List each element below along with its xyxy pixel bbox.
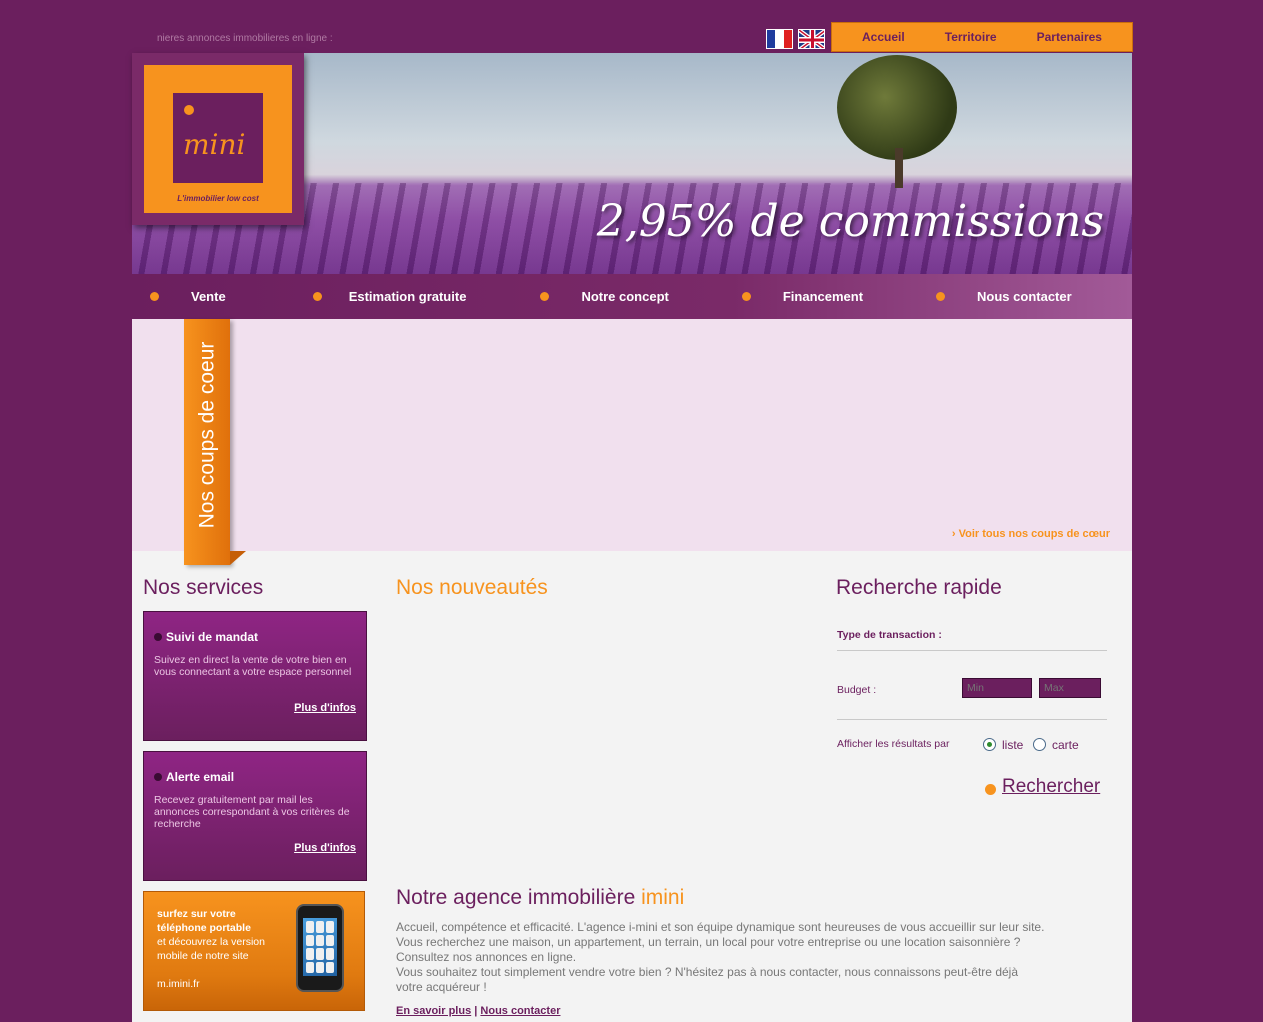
tree-trunk <box>895 148 903 188</box>
nav-label: Estimation gratuite <box>348 289 467 304</box>
page-container: 2,95% de commissions mini L'immobilier l… <box>132 53 1132 1022</box>
budget-min-input[interactable] <box>962 678 1032 698</box>
agency-line: Vous souhaitez tout simplement vendre vo… <box>396 965 1019 979</box>
service-desc: Recevez gratuitement par mail les annonc… <box>154 794 350 830</box>
mobile-site-banner[interactable]: surfez sur votre téléphone portable et d… <box>143 891 365 1011</box>
radio-list[interactable] <box>983 738 996 751</box>
more-info-link[interactable]: Plus d'infos <box>294 702 356 714</box>
top-nav: Accueil Territoire Partenaires <box>831 22 1133 52</box>
smartphone-icon <box>296 904 344 992</box>
nav-item-contact[interactable]: Nous contacter <box>936 289 1072 304</box>
bullet-icon <box>154 773 162 781</box>
bullet-icon <box>150 292 159 301</box>
agency-description: Accueil, compétence et efficacité. L'age… <box>396 920 1076 995</box>
top-nav-partenaires[interactable]: Partenaires <box>1037 30 1102 44</box>
see-all-favorites-link[interactable]: › Voir tous nos coups de cœur <box>952 528 1110 540</box>
site-logo[interactable]: mini L'immobilier low cost <box>132 53 304 225</box>
search-button[interactable]: Rechercher <box>985 776 1100 798</box>
contact-link[interactable]: Nous contacter <box>480 1005 560 1017</box>
radio-map-label: carte <box>1052 738 1079 752</box>
service-title: Suivi de mandat <box>154 630 356 644</box>
search-title: Recherche rapide <box>836 576 1002 599</box>
divider <box>837 650 1107 651</box>
service-card-alerte: Alerte email Recevez gratuitement par ma… <box>143 751 367 881</box>
logo-tagline: L'immobilier low cost <box>177 194 259 203</box>
news-ticker: nieres annonces immobilieres en ligne : <box>157 33 333 44</box>
search-button-label: Rechercher <box>1002 776 1101 797</box>
coups-de-coeur-section: Nos coups de coeur › Voir tous nos coups… <box>132 319 1132 565</box>
top-nav-accueil[interactable]: Accueil <box>862 30 905 44</box>
budget-max-input[interactable] <box>1039 678 1101 698</box>
bullet-icon <box>741 292 751 301</box>
nav-label: Financement <box>782 289 864 304</box>
ribbon-fold <box>230 551 246 565</box>
logo-word: mini <box>183 128 246 161</box>
main-nav: Vente Estimation gratuite Notre concept … <box>132 274 1132 319</box>
radio-list-label: liste <box>1002 738 1024 752</box>
logo-inner: mini L'immobilier low cost <box>144 65 292 213</box>
ribbon-text: Nos coups de coeur <box>195 341 218 529</box>
agency-title: Notre agence immobilière imini <box>396 886 684 910</box>
logo-square: mini <box>173 93 263 183</box>
agency-line: votre acquéreur ! <box>396 980 487 994</box>
logo-dot <box>184 105 194 115</box>
flag-france-icon[interactable] <box>766 29 793 49</box>
bullet-icon <box>936 292 946 301</box>
more-info-link[interactable]: Plus d'infos <box>294 842 356 854</box>
news-title: Nos nouveautés <box>396 576 548 599</box>
budget-label: Budget : <box>837 684 877 696</box>
tree-image <box>837 55 957 160</box>
agency-line: Consultez nos annonces en ligne. <box>396 950 577 964</box>
nav-label: Notre concept <box>581 289 669 304</box>
nav-label: Nous contacter <box>977 289 1072 304</box>
agency-line: Accueil, compétence et efficacité. L'age… <box>396 920 1045 934</box>
nav-label: Vente <box>191 289 226 304</box>
agency-title-brand: imini <box>641 886 685 909</box>
nav-item-estimation[interactable]: Estimation gratuite <box>312 289 467 304</box>
display-results-label: Afficher les résultats par <box>837 738 950 750</box>
agency-title-main: Notre agence immobilière <box>396 886 642 909</box>
nav-item-financement[interactable]: Financement <box>741 289 864 304</box>
agency-line: Vous recherchez une maison, un apparteme… <box>396 935 1021 949</box>
banner-slogan: 2,95% de commissions <box>596 196 1104 247</box>
services-title: Nos services <box>143 576 264 599</box>
bullet-icon <box>985 783 996 795</box>
top-nav-territoire[interactable]: Territoire <box>945 30 997 44</box>
ribbon-label: Nos coups de coeur <box>184 319 230 551</box>
service-title: Alerte email <box>154 770 356 784</box>
bullet-icon <box>312 292 322 301</box>
transaction-type-label: Type de transaction : <box>837 629 942 641</box>
service-desc: Suivez en direct la vente de votre bien … <box>154 654 352 678</box>
learn-more-link[interactable]: En savoir plus <box>396 1005 471 1017</box>
agency-links: En savoir plus | Nous contacter <box>396 1005 560 1017</box>
bullet-icon <box>540 292 550 301</box>
bullet-icon <box>154 633 162 641</box>
nav-item-vente[interactable]: Vente <box>150 289 226 304</box>
flag-uk-icon[interactable] <box>798 29 825 49</box>
divider <box>837 719 1107 720</box>
nav-item-concept[interactable]: Notre concept <box>540 289 669 304</box>
radio-map[interactable] <box>1033 738 1046 751</box>
service-card-suivi: Suivi de mandat Suivez en direct la vent… <box>143 611 367 741</box>
